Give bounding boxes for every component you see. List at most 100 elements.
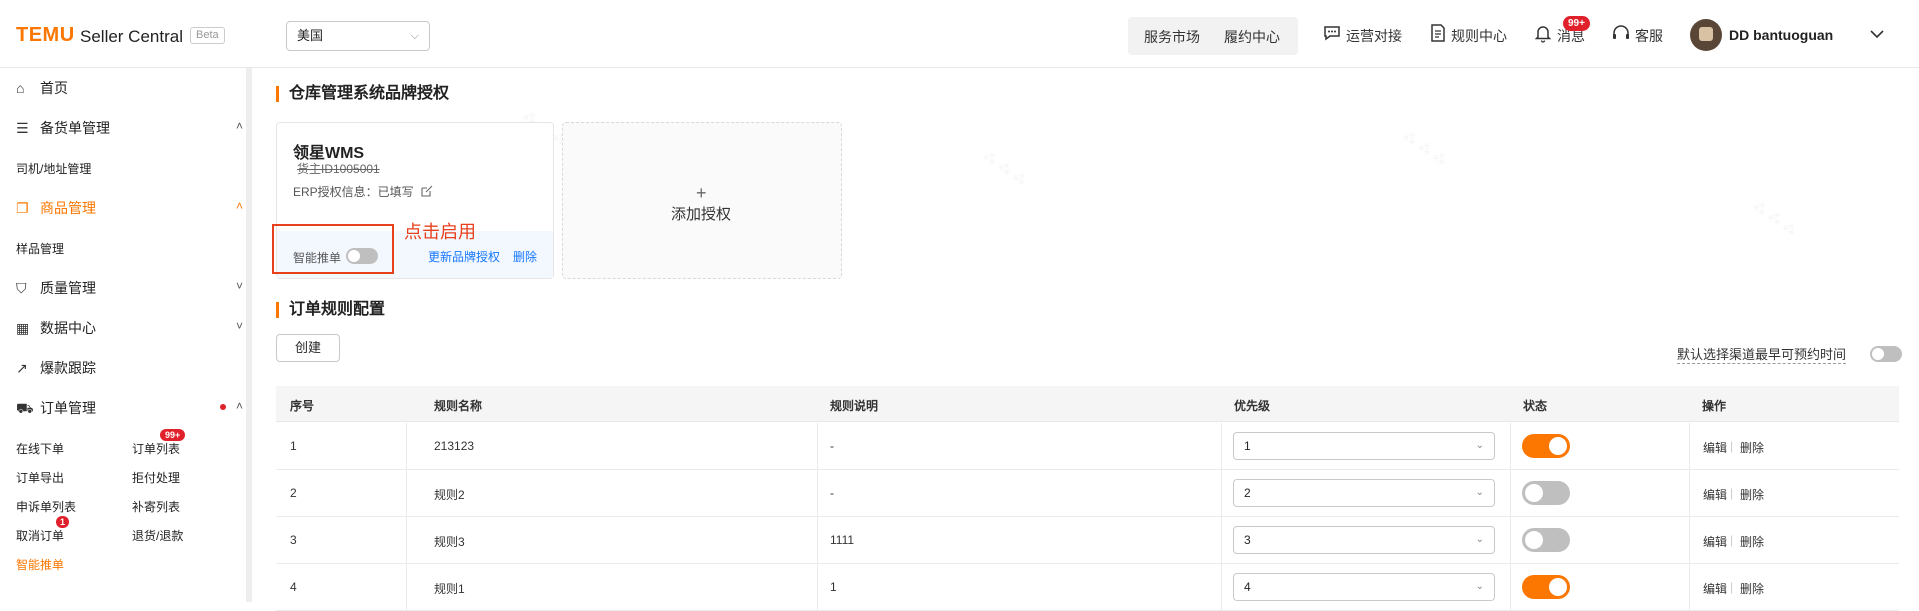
chevron-up-icon[interactable]: ˄ bbox=[236, 119, 243, 133]
sidebar-item-product[interactable]: ❐ 商品管理 bbox=[16, 198, 96, 218]
watermark: ⁂ ⁂ ⁂ bbox=[980, 147, 1030, 189]
status-toggle[interactable] bbox=[1522, 528, 1570, 552]
sidebar-item-refund[interactable]: 退货/退款 bbox=[132, 527, 183, 544]
annotation-highlight-box bbox=[272, 224, 394, 274]
chevron-down-icon[interactable]: ˅ bbox=[236, 279, 243, 293]
rules-center-link[interactable]: 规则中心 bbox=[1451, 26, 1507, 46]
plus-icon: + bbox=[696, 183, 707, 203]
chevron-down-icon[interactable] bbox=[1870, 29, 1884, 39]
sidebar-item-label: 数据中心 bbox=[40, 320, 96, 336]
fulfillment-link[interactable]: 履约中心 bbox=[1224, 27, 1280, 47]
column-header: 优先级 bbox=[1234, 399, 1271, 413]
edit-link[interactable]: 编辑 bbox=[1703, 486, 1727, 503]
edit-link[interactable]: 编辑 bbox=[1703, 439, 1727, 456]
sidebar-item-appeal[interactable]: 申诉单列表 bbox=[16, 498, 76, 515]
column-header: 操作 bbox=[1702, 399, 1727, 413]
chevron-down-icon: ⌄ bbox=[1475, 487, 1484, 498]
username[interactable]: DD bantuoguan bbox=[1729, 27, 1833, 43]
priority-select[interactable]: 1 ⌄ bbox=[1233, 432, 1495, 460]
delete-link[interactable]: 删除 bbox=[1740, 580, 1764, 597]
document-icon[interactable] bbox=[1428, 23, 1448, 43]
chevron-up-icon[interactable]: ˄ bbox=[236, 199, 243, 213]
owner-id: 货主ID1005001 bbox=[297, 162, 380, 176]
headset-icon[interactable] bbox=[1611, 23, 1631, 43]
priority-value: 2 bbox=[1244, 486, 1251, 500]
edit-icon[interactable] bbox=[421, 185, 433, 197]
chevron-down-icon: ⌄ bbox=[1475, 440, 1484, 451]
status-toggle[interactable] bbox=[1522, 481, 1570, 505]
column-divider bbox=[406, 423, 407, 469]
service-market-link[interactable]: 服务市场 bbox=[1144, 27, 1200, 47]
sidebar-item-order-list[interactable]: 订单列表 bbox=[132, 440, 180, 457]
erp-auth-label: ERP授权信息：已填写 bbox=[293, 185, 414, 199]
chevron-down-icon[interactable]: ˅ bbox=[236, 319, 243, 333]
sidebar-item-stock[interactable]: ☰ 备货单管理 bbox=[16, 118, 110, 138]
delete-link[interactable]: 删除 bbox=[1740, 533, 1764, 550]
sidebar-item-smart-order[interactable]: 智能推单 bbox=[16, 556, 64, 573]
top-header: TEMU Seller Central Beta 美国 ⌵ 服务市场 履约中心 … bbox=[0, 0, 1919, 68]
delete-link[interactable]: 删除 bbox=[1740, 439, 1764, 456]
shield-icon: ⛉ bbox=[16, 280, 27, 296]
rule-description: - bbox=[830, 439, 834, 453]
sidebar-item-data[interactable]: ▦ 数据中心 bbox=[16, 318, 96, 338]
customer-service-link[interactable]: 客服 bbox=[1635, 26, 1663, 46]
column-divider bbox=[1510, 470, 1511, 516]
temu-logo[interactable]: TEMU bbox=[16, 24, 75, 47]
region-select[interactable]: 美国 ⌵ bbox=[286, 21, 430, 51]
avatar[interactable] bbox=[1690, 19, 1722, 51]
row-number: 1 bbox=[290, 439, 297, 453]
column-divider bbox=[1510, 423, 1511, 469]
sidebar-item-quality[interactable]: ⛉ 质量管理 bbox=[16, 278, 96, 298]
table-row: 4 规则1 1 4 ⌄ 编辑 | 删除 bbox=[276, 564, 1899, 611]
bell-icon[interactable] bbox=[1533, 23, 1553, 43]
priority-select[interactable]: 3 ⌄ bbox=[1233, 526, 1495, 554]
column-header: 规则名称 bbox=[434, 399, 483, 413]
edit-link[interactable]: 编辑 bbox=[1703, 580, 1727, 597]
rule-name: 213123 bbox=[434, 439, 475, 453]
sidebar-item-hot[interactable]: ↗ 爆款跟踪 bbox=[16, 358, 96, 378]
edit-link[interactable]: 编辑 bbox=[1703, 533, 1727, 550]
status-toggle[interactable] bbox=[1522, 434, 1570, 458]
sidebar-item-driver[interactable]: 司机/地址管理 bbox=[16, 160, 91, 177]
action-separator: | bbox=[1730, 580, 1734, 594]
cart-icon: ⛟ bbox=[16, 400, 34, 416]
default-channel-toggle[interactable] bbox=[1870, 346, 1902, 362]
sidebar-item-home[interactable]: ⌂ 首页 bbox=[16, 78, 68, 98]
watermark: ⁂ ⁂ ⁂ bbox=[1750, 197, 1800, 239]
chevron-up-icon[interactable]: ˄ bbox=[236, 399, 243, 413]
priority-select[interactable]: 4 ⌄ bbox=[1233, 573, 1495, 601]
delete-link[interactable]: 删除 bbox=[1740, 486, 1764, 503]
add-authorization-card[interactable]: + 添加授权 bbox=[562, 122, 842, 279]
add-authorization-label: 添加授权 bbox=[671, 206, 732, 223]
sidebar-item-reject[interactable]: 拒付处理 bbox=[132, 469, 180, 486]
chevron-down-icon: ⌵ bbox=[410, 30, 419, 42]
chat-icon[interactable] bbox=[1322, 23, 1342, 43]
row-number: 4 bbox=[290, 580, 297, 594]
sidebar-item-order-export[interactable]: 订单导出 bbox=[16, 469, 64, 486]
sidebar-item-order[interactable]: ⛟ 订单管理 bbox=[16, 398, 96, 419]
sidebar-item-label: 订单管理 bbox=[40, 400, 96, 416]
operations-link[interactable]: 运营对接 bbox=[1346, 26, 1402, 46]
brand-name: Seller Central bbox=[80, 27, 183, 46]
sidebar-item-label: 备货单管理 bbox=[40, 120, 110, 136]
sidebar-item-label: 商品管理 bbox=[40, 200, 96, 216]
sidebar-item-sample[interactable]: 样品管理 bbox=[16, 240, 64, 257]
sidebar-item-cancel[interactable]: 取消订单 bbox=[16, 527, 64, 544]
column-divider bbox=[817, 517, 818, 563]
update-brand-auth-link[interactable]: 更新品牌授权 bbox=[428, 248, 500, 265]
delete-brand-link[interactable]: 删除 bbox=[513, 248, 537, 265]
column-divider bbox=[1689, 470, 1690, 516]
home-icon: ⌂ bbox=[16, 80, 25, 96]
sidebar-item-reship[interactable]: 补寄列表 bbox=[132, 498, 180, 515]
default-channel-label: 默认选择渠道最早可预约时间 bbox=[1677, 344, 1847, 364]
create-button[interactable]: 创建 bbox=[276, 334, 340, 362]
status-toggle[interactable] bbox=[1522, 575, 1570, 599]
table-row: 3 规则3 1111 3 ⌄ 编辑 | 删除 bbox=[276, 517, 1899, 564]
column-divider bbox=[1689, 423, 1690, 469]
watermark: ⁂ ⁂ ⁂ bbox=[1400, 127, 1450, 169]
priority-select[interactable]: 2 ⌄ bbox=[1233, 479, 1495, 507]
sidebar-item-online-order[interactable]: 在线下单 bbox=[16, 440, 64, 457]
priority-value: 1 bbox=[1244, 439, 1251, 453]
sidebar-item-label: 质量管理 bbox=[40, 280, 96, 296]
row-number: 3 bbox=[290, 533, 297, 547]
